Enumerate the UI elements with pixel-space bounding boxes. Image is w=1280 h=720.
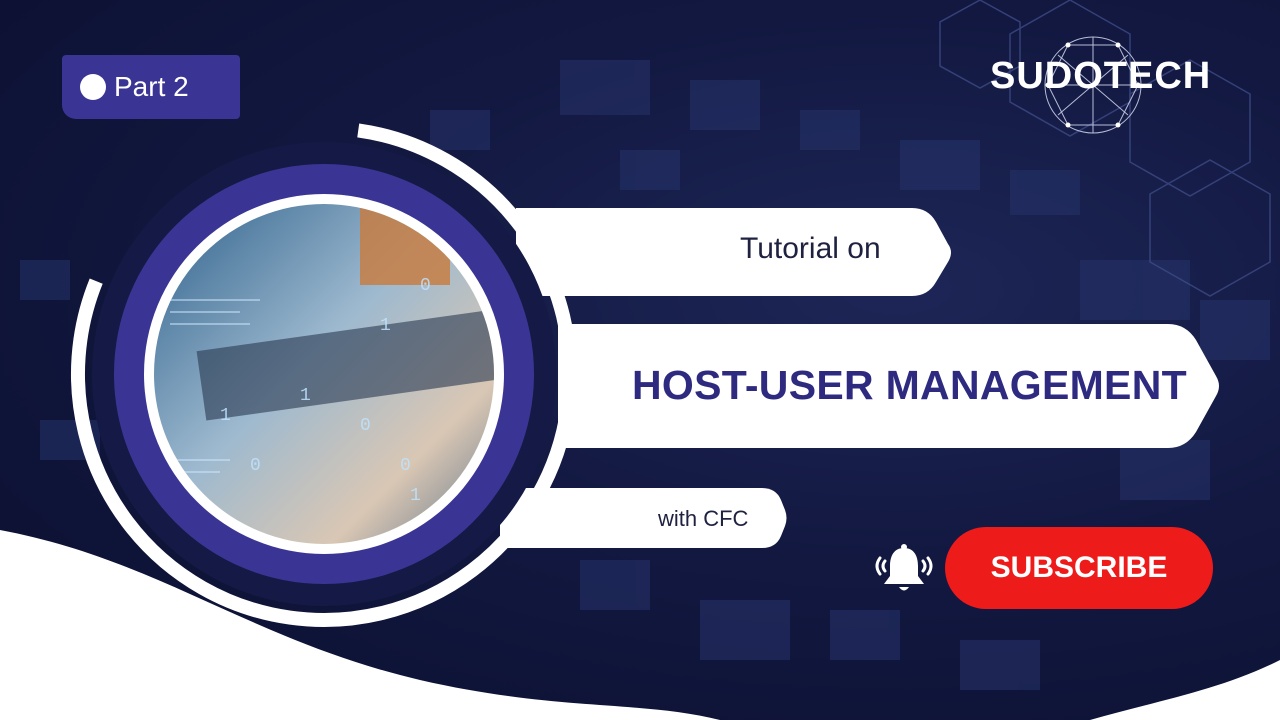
intro-text: Tutorial on xyxy=(740,232,881,265)
svg-text:1: 1 xyxy=(220,406,231,426)
svg-text:0: 0 xyxy=(400,456,411,476)
badge-dot xyxy=(80,74,106,100)
main-title: HOST-USER MANAGEMENT xyxy=(632,362,1187,408)
svg-text:0: 0 xyxy=(420,276,431,296)
thumbnail-canvas: 1 0 0 0 1 1 1 0 Part 2 SUDOTECH Tutorial… xyxy=(0,0,1280,720)
svg-text:1: 1 xyxy=(410,486,421,506)
svg-text:1: 1 xyxy=(300,386,311,406)
part-label: Part 2 xyxy=(114,71,189,102)
suffix-text: with CFC xyxy=(658,506,749,531)
svg-text:0: 0 xyxy=(250,456,261,476)
brand-logo: SUDOTECH xyxy=(990,55,1212,97)
subscribe-button[interactable]: SUBSCRIBE xyxy=(945,527,1213,609)
bell-ringing-icon[interactable] xyxy=(872,542,936,598)
svg-text:0: 0 xyxy=(360,416,371,436)
bottom-wave-right xyxy=(1090,660,1280,720)
part-badge: Part 2 xyxy=(62,55,240,119)
intro-banner-shape xyxy=(516,208,951,296)
svg-text:1: 1 xyxy=(380,316,391,336)
